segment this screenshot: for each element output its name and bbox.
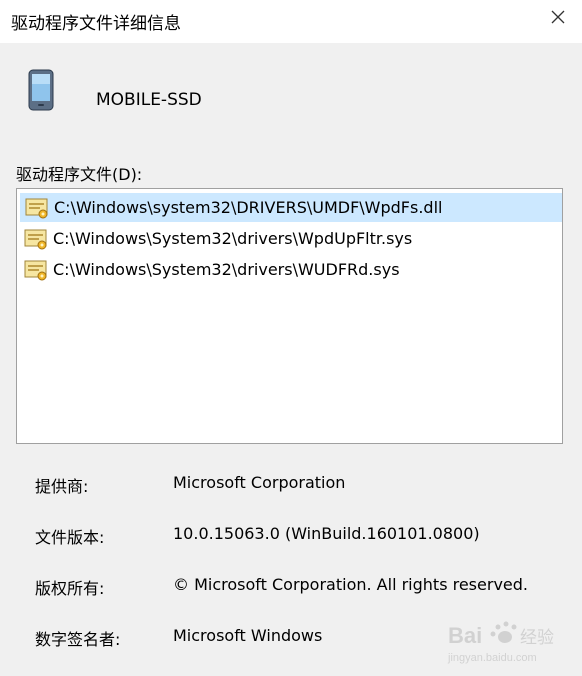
copyright-row: 版权所有: © Microsoft Corporation. All right… [35,575,555,599]
watermark-url: jingyan.baidu.com [447,652,537,664]
driver-files-list[interactable]: C:\Windows\system32\DRIVERS\UMDF\WpdFs.d… [16,188,563,444]
driver-file-icon [24,260,47,280]
driver-files-label: 驱动程序文件(D): [16,165,143,184]
copyright-label: 版权所有: [35,579,105,598]
file-version-row: 文件版本: 10.0.15063.0 (WinBuild.160101.0800… [35,524,555,548]
baidu-jingyan-watermark: Bai 经验 jingyan.baidu.com [447,621,554,664]
list-item[interactable]: C:\Windows\System32\drivers\WUDFRd.sys [20,255,562,284]
file-version-value: 10.0.15063.0 (WinBuild.160101.0800) [173,524,480,543]
close-icon [551,10,565,24]
digital-signer-label: 数字签名者: [35,630,121,649]
watermark-brand: Bai [448,623,482,648]
title-bar: 驱动程序文件详细信息 [0,0,582,43]
device-name: MOBILE-SSD [96,90,202,110]
close-button[interactable] [544,4,572,30]
digital-signer-value: Microsoft Windows [173,626,323,645]
driver-file-path: C:\Windows\system32\DRIVERS\UMDF\WpdFs.d… [54,198,443,217]
watermark-brand2: 经验 [520,628,554,648]
copyright-value: © Microsoft Corporation. All rights rese… [173,575,528,594]
portable-device-icon [28,69,54,111]
driver-file-path: C:\Windows\System32\drivers\WUDFRd.sys [53,260,400,279]
window-title: 驱动程序文件详细信息 [11,14,181,34]
driver-file-path: C:\Windows\System32\drivers\WpdUpFltr.sy… [53,229,413,248]
list-item[interactable]: C:\Windows\System32\drivers\WpdUpFltr.sy… [20,224,562,253]
provider-row: 提供商: Microsoft Corporation [35,473,555,497]
list-item[interactable]: C:\Windows\system32\DRIVERS\UMDF\WpdFs.d… [20,193,562,222]
driver-file-icon [25,198,48,218]
provider-value: Microsoft Corporation [173,473,346,492]
file-version-label: 文件版本: [35,528,105,547]
provider-label: 提供商: [35,477,89,496]
driver-file-icon [24,229,47,249]
